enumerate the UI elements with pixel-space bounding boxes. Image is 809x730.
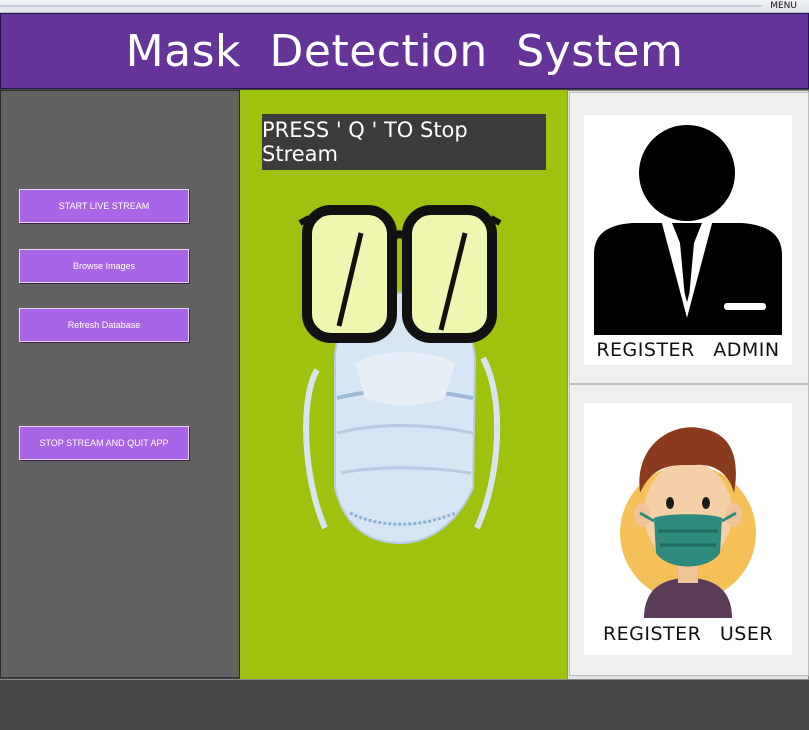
left-control-panel: START LIVE STREAM Browse Images Refresh …: [0, 90, 240, 678]
register-admin-card[interactable]: REGISTER ADMIN: [569, 92, 809, 384]
registration-panel: REGISTER ADMIN REGISTER USER: [567, 90, 809, 680]
top-bar-divider: [0, 5, 762, 7]
admin-image-box: REGISTER ADMIN: [584, 115, 792, 365]
mask-and-glasses-image: [298, 205, 502, 545]
browse-images-button[interactable]: Browse Images: [19, 249, 189, 283]
register-user-label: REGISTER USER: [602, 623, 774, 645]
stop-stream-quit-button[interactable]: STOP STREAM AND QUIT APP: [19, 426, 189, 460]
bottom-status-strip: [0, 679, 809, 730]
user-icon: [620, 427, 756, 618]
admin-icon: [594, 125, 782, 335]
stream-panel: PRESS ' Q ' TO Stop Stream: [240, 90, 567, 679]
stream-instruction-label: PRESS ' Q ' TO Stop Stream: [262, 114, 546, 170]
register-user-card[interactable]: REGISTER USER: [569, 384, 809, 676]
menu-button[interactable]: MENU: [770, 0, 797, 12]
app-header: Mask Detection System: [0, 13, 809, 89]
user-image-box: REGISTER USER: [584, 403, 792, 655]
register-admin-label: REGISTER ADMIN: [596, 339, 780, 361]
page-title: Mask Detection System: [125, 25, 684, 77]
refresh-database-button[interactable]: Refresh Database: [19, 308, 189, 342]
window-top-bar: MENU: [0, 0, 809, 13]
start-live-stream-button[interactable]: START LIVE STREAM: [19, 189, 189, 223]
